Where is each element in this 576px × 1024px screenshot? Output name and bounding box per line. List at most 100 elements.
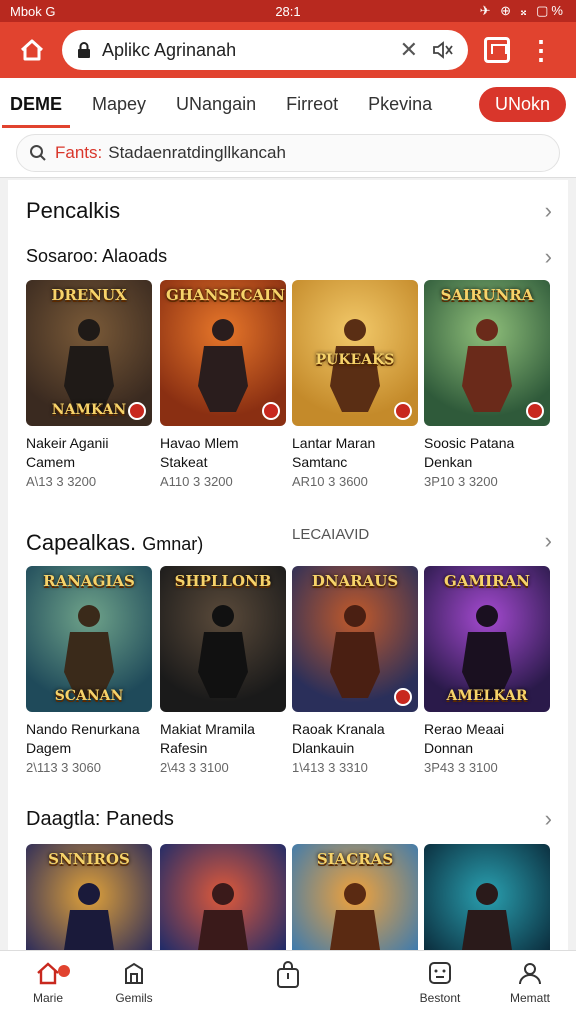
profile-icon: [519, 963, 541, 985]
home-icon: [37, 962, 59, 985]
hero-figure: [64, 319, 114, 412]
game-cover: GHANSECAIN: [160, 280, 286, 426]
game-name-line2: Stakeat: [160, 454, 208, 470]
tabs-icon[interactable]: [484, 37, 510, 63]
game-name: Lantar Maran: [292, 435, 376, 451]
game-card[interactable]: [424, 844, 550, 950]
tab-mapey[interactable]: Mapey: [92, 78, 146, 130]
row2-title: Capealkas. Gmnar): [26, 530, 203, 556]
game-name: Havao Mlem: [160, 435, 239, 451]
hero-figure: [462, 319, 512, 412]
game-name: Nando Renurkana: [26, 721, 140, 737]
cover-title: DRENUX: [51, 286, 127, 304]
status-bar: Mbok G 28:1 ✈ ⊕ 𝄪 ▢%: [0, 0, 576, 22]
tab-firreot[interactable]: Firreot: [286, 78, 338, 130]
search-area: Fants: Stadaenratdingllkancah: [0, 130, 576, 178]
store-icon: [125, 962, 143, 984]
nav-label: Gemils: [115, 991, 153, 1005]
row2-title-main: Capealkas.: [26, 530, 137, 555]
game-card[interactable]: SAIRUNRA Soosic Patana Denkan 3P10 3 320…: [424, 280, 550, 489]
game-name: Nakeir Aganii: [26, 435, 109, 451]
game-cover: SAIRUNRA: [424, 280, 550, 426]
game-cover: SHPLLONB: [160, 566, 286, 712]
game-cover: RANAGIAS SCANAN: [26, 566, 152, 712]
search-icon: [30, 145, 46, 161]
cover-title: DNARAUS: [311, 572, 399, 590]
game-card[interactable]: PUKEAKS Lantar Maran Samtanc AR10 3 3600: [292, 280, 418, 489]
nav-bag[interactable]: [248, 961, 328, 995]
game-card[interactable]: SIACRAS: [292, 844, 418, 950]
game-cover: [424, 844, 550, 950]
nav-games[interactable]: Gemils: [94, 961, 174, 1005]
chevron-right-icon[interactable]: ›: [545, 806, 552, 832]
cover-title: SNNIROS: [48, 850, 130, 868]
hero-figure: [462, 605, 512, 698]
lock-icon: [78, 42, 90, 58]
game-card[interactable]: DNARAUS Raoak Kranala Dlankauin 1\413 3 …: [292, 566, 418, 775]
game-name: Makiat Mramila: [160, 721, 255, 737]
section-title-pencalkis: Pencalkis: [26, 198, 121, 223]
nav-profile[interactable]: Mematt: [490, 961, 570, 1005]
game-name: Rerao Meaai: [424, 721, 505, 737]
game-price: 1\413 3 3310: [292, 760, 368, 775]
game-name: Soosic Patana: [424, 435, 515, 451]
game-cover: [160, 844, 286, 950]
game-name-line2: Dagem: [26, 740, 72, 756]
chevron-right-icon[interactable]: ›: [545, 528, 552, 554]
cover-subtitle: PUKEAKS: [315, 352, 395, 368]
rating-badge-icon: [128, 402, 146, 420]
game-cover: DRENUX NAMKAN: [26, 280, 152, 426]
cover-title: GAMIRAN: [444, 572, 530, 590]
game-price: A110 3 3200: [160, 474, 233, 489]
home-icon: [20, 39, 44, 61]
tab-deme[interactable]: DEME: [1, 78, 71, 130]
row2-side-label: LECAIAVID: [292, 526, 370, 543]
home-button[interactable]: [10, 28, 54, 72]
game-price: 3P43 3 3100: [424, 760, 498, 775]
rating-badge-icon: [394, 402, 412, 420]
cover-title: RANAGIAS: [43, 572, 135, 590]
game-card[interactable]: GAMIRAN AMELKAR Rerao Meaai Donnan 3P43 …: [424, 566, 550, 775]
search-prefix: Fants:: [55, 143, 103, 162]
game-card[interactable]: SHPLLONB Makiat Mramila Rafesin 2\43 3 3…: [160, 566, 286, 775]
game-cover: SIACRAS: [292, 844, 418, 950]
search-input[interactable]: Fants: Stadaenratdingllkancah: [16, 134, 560, 172]
cover-subtitle: SCANAN: [54, 688, 124, 704]
nav-home[interactable]: Marie: [8, 961, 88, 1005]
game-card[interactable]: SNNIROS: [26, 844, 152, 950]
game-card[interactable]: RANAGIAS SCANAN Nando Renurkana Dagem 2\…: [26, 566, 152, 775]
game-card[interactable]: DRENUX NAMKAN Nakeir Aganii Camem A\13 3…: [26, 280, 152, 489]
hero-figure: [64, 605, 114, 698]
bottom-nav: Marie Gemils Bestont Mematt: [0, 950, 576, 1024]
url-bar[interactable]: Aplikc Agrinanah ✕: [62, 30, 468, 70]
clear-url-icon[interactable]: ✕: [400, 37, 418, 63]
tab-unangain[interactable]: UNangain: [176, 78, 256, 130]
hero-figure: [330, 883, 380, 950]
chevron-right-icon[interactable]: ›: [545, 244, 552, 270]
bag-icon: [277, 961, 299, 988]
nav-bestont[interactable]: Bestont: [400, 961, 480, 1005]
nav-label: Marie: [32, 991, 63, 1005]
status-carrier: Mbok G: [10, 3, 56, 19]
cover-subtitle: AMELKAR: [446, 688, 528, 704]
hero-figure: [198, 605, 248, 698]
game-price: 2\43 3 3100: [160, 760, 229, 775]
overflow-menu-icon[interactable]: ⋮: [528, 37, 554, 63]
game-cover: GAMIRAN AMELKAR: [424, 566, 550, 712]
mute-icon[interactable]: [432, 41, 454, 59]
game-card[interactable]: [160, 844, 286, 950]
tab-pkevina[interactable]: Pkevina: [368, 78, 432, 130]
rating-badge-icon: [526, 402, 544, 420]
row1-title: Sosaroo: Alaoads: [26, 246, 168, 266]
status-time: 28:1: [275, 3, 301, 19]
row2-title-extra: Gmnar): [142, 534, 204, 554]
game-price: A\13 3 3200: [26, 474, 97, 489]
hero-figure: [330, 605, 380, 698]
unokn-button[interactable]: UNokn: [478, 86, 566, 122]
game-card[interactable]: GHANSECAIN Havao Mlem Stakeat A110 3 320…: [160, 280, 286, 489]
cover-title: SIACRAS: [316, 850, 394, 868]
chevron-right-icon[interactable]: ›: [545, 198, 552, 224]
game-price: 2\113 3 3060: [26, 760, 101, 775]
game-price: 3P10 3 3200: [424, 474, 498, 489]
game-name: Raoak Kranala: [292, 721, 385, 737]
